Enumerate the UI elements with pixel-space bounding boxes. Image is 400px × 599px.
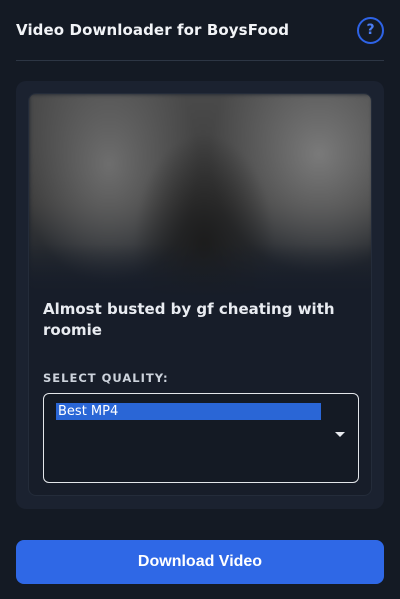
video-card: Almost busted by gf cheating with roomie… bbox=[16, 81, 384, 509]
thumbnail-fade bbox=[29, 244, 371, 304]
app-title: Video Downloader for BoysFood bbox=[16, 21, 290, 39]
download-button[interactable]: Download Video bbox=[16, 540, 384, 584]
video-title: Almost busted by gf cheating with roomie bbox=[43, 300, 335, 339]
quality-label: SELECT QUALITY: bbox=[43, 371, 169, 385]
video-panel: Almost busted by gf cheating with roomie… bbox=[28, 93, 372, 496]
app-window: Video Downloader for BoysFood ? Almost b… bbox=[0, 0, 400, 599]
quality-select[interactable]: Best MP4 bbox=[43, 393, 359, 483]
quality-option-selected[interactable]: Best MP4 bbox=[56, 403, 321, 420]
help-button[interactable]: ? bbox=[357, 16, 384, 44]
help-icon: ? bbox=[366, 22, 375, 38]
chevron-down-icon[interactable] bbox=[335, 432, 345, 437]
header: Video Downloader for BoysFood ? bbox=[16, 0, 384, 61]
